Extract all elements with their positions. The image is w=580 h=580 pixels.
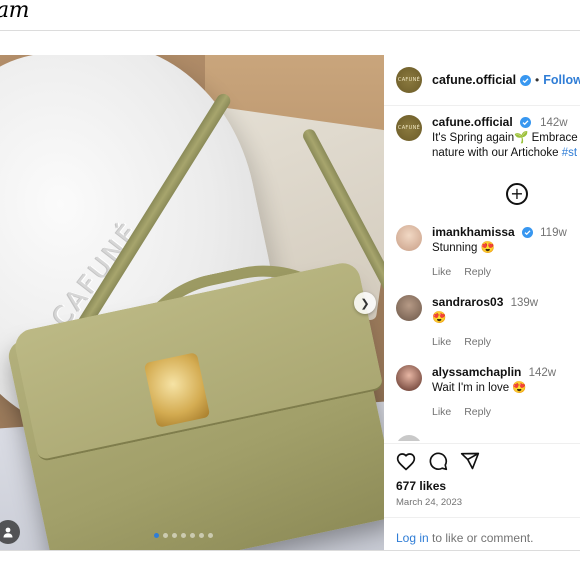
commenter-avatar[interactable]	[396, 225, 422, 251]
chevron-right-icon: ❯	[360, 297, 370, 310]
comment-like-button[interactable]: Like	[432, 336, 451, 348]
post-caption: CAFUNÉ cafune.official 142w It's Spring …	[396, 115, 580, 161]
heart-icon[interactable]	[396, 452, 416, 471]
commenter-avatar[interactable]	[396, 435, 422, 441]
caption-time[interactable]: 142w	[540, 117, 568, 129]
login-prompt: Log in to like or comment.	[396, 531, 533, 545]
follow-button[interactable]: Follow	[543, 73, 580, 87]
top-divider	[0, 30, 580, 31]
carousel-dot	[190, 533, 195, 538]
comment: alyssamchaplin 142w Wait I'm in love 😍 L…	[396, 365, 580, 420]
caption-username[interactable]: cafune.official	[432, 115, 513, 129]
instagram-logo[interactable]: am	[0, 0, 29, 23]
comment-time[interactable]: 119w	[540, 227, 567, 239]
plus-circle-icon[interactable]: +	[506, 183, 528, 205]
login-divider	[384, 517, 580, 518]
user-tag-icon	[3, 527, 13, 538]
commenter-avatar[interactable]	[396, 365, 422, 391]
author-username[interactable]: cafune.official	[432, 73, 516, 87]
hashtag-link[interactable]: #st	[562, 147, 577, 159]
caption-text: nature with our Artichoke	[432, 147, 562, 159]
post-photo: CAFUNÉ ❯	[0, 55, 384, 550]
share-icon[interactable]	[460, 451, 480, 471]
caption-avatar[interactable]: CAFUNÉ	[396, 115, 422, 141]
author-avatar[interactable]: CAFUNÉ	[396, 67, 422, 93]
comment-like-button[interactable]: Like	[432, 266, 451, 278]
comment-time[interactable]: 142w	[529, 367, 557, 379]
post-sidebar: CAFUNÉ cafune.official • Follow CAFUNÉ c…	[384, 55, 580, 550]
comment-reply-button[interactable]: Reply	[464, 336, 491, 348]
comment: sandraros03 139w 😍 Like Reply	[396, 295, 580, 350]
comment-text: Wait I'm in love 😍	[432, 382, 527, 394]
carousel-dot	[154, 533, 159, 538]
comment-like-button[interactable]: Like	[432, 406, 451, 418]
login-text: to like or comment.	[428, 531, 534, 545]
separator: •	[535, 73, 540, 87]
carousel-dot	[199, 533, 204, 538]
comment: imankhamissa 119w Stunning 😍 Like Reply	[396, 225, 580, 280]
carousel-dot	[208, 533, 213, 538]
header-divider	[384, 105, 580, 106]
comment-text: 😍	[432, 312, 447, 324]
caption-text: Embrace t	[531, 132, 580, 144]
likes-count[interactable]: 677 likes	[396, 479, 446, 493]
comment-username[interactable]: alyssamchaplin	[432, 365, 521, 379]
next-slide-button[interactable]: ❯	[354, 292, 376, 314]
comment-icon[interactable]	[428, 451, 448, 471]
post-header: CAFUNÉ cafune.official • Follow	[396, 67, 580, 93]
comment-text: Stunning 😍	[432, 242, 495, 254]
comment-reply-button[interactable]: Reply	[464, 266, 491, 278]
comment-partial	[396, 435, 580, 441]
carousel-dots	[154, 533, 213, 538]
bottom-divider	[0, 550, 580, 551]
carousel-dot	[163, 533, 168, 538]
comment-username[interactable]: imankhamissa	[432, 225, 515, 239]
comment-time[interactable]: 139w	[511, 297, 539, 309]
comment-username[interactable]: sandraros03	[432, 295, 503, 309]
caption-text: It's Spring again	[432, 132, 515, 144]
verified-badge-icon	[520, 74, 532, 86]
carousel-dot	[181, 533, 186, 538]
verified-badge-icon	[519, 117, 531, 129]
carousel-dot	[172, 533, 177, 538]
verified-badge-icon	[521, 227, 533, 239]
comment-reply-button[interactable]: Reply	[464, 406, 491, 418]
commenter-avatar[interactable]	[396, 295, 422, 321]
login-link[interactable]: Log in	[396, 531, 429, 545]
sprout-emoji: 🌱	[514, 132, 529, 144]
post-date[interactable]: March 24, 2023	[396, 497, 462, 508]
actions-divider	[384, 443, 580, 444]
post-actions	[396, 451, 480, 471]
